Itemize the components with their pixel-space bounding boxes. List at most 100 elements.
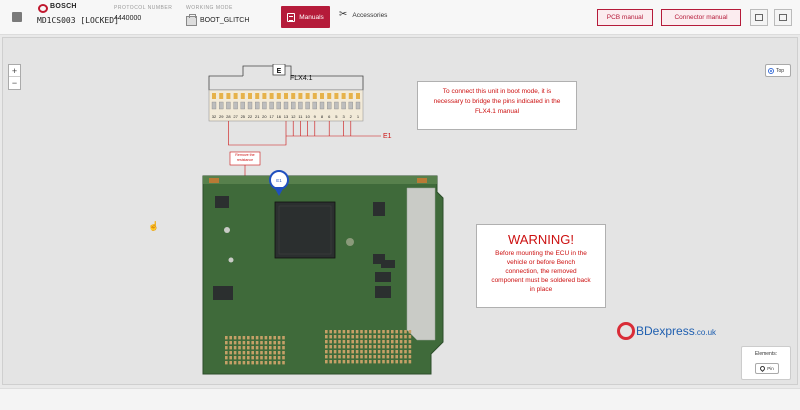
connector-pin-top bbox=[356, 93, 360, 99]
connector-pin bbox=[211, 101, 217, 110]
connector-pad bbox=[408, 345, 412, 349]
connector-pad bbox=[251, 346, 254, 350]
connector-pad bbox=[382, 335, 385, 339]
connector-pad bbox=[391, 345, 394, 349]
elements-title: Elements: bbox=[754, 351, 778, 357]
window-button[interactable] bbox=[750, 9, 768, 26]
brand-name: BOSCH bbox=[50, 3, 77, 10]
connector-pad bbox=[364, 350, 368, 354]
connector-pad bbox=[351, 355, 354, 359]
connector-pad bbox=[329, 345, 332, 349]
connector-pad bbox=[264, 336, 268, 340]
protocol-value: 4440000 bbox=[114, 15, 142, 22]
connector-pad bbox=[333, 335, 337, 339]
top-view-toggle[interactable]: Top bbox=[765, 64, 791, 77]
connector-pad bbox=[264, 351, 268, 355]
pcb-manual-button[interactable]: PCB manual bbox=[597, 9, 653, 26]
manuals-label: Manuals bbox=[299, 13, 324, 21]
connector-pad bbox=[233, 356, 237, 360]
connector-pin bbox=[233, 101, 238, 110]
connector-pad bbox=[255, 356, 259, 360]
connector-pad bbox=[391, 335, 394, 339]
connector-pad bbox=[360, 345, 363, 349]
connector-pad bbox=[360, 340, 363, 344]
connector-pad bbox=[342, 340, 346, 344]
connector-pad bbox=[282, 341, 285, 345]
connector-pad bbox=[382, 360, 385, 364]
connector-pad bbox=[369, 330, 372, 334]
connector-pad bbox=[404, 340, 407, 344]
connector-pad bbox=[391, 340, 394, 344]
connector-pad bbox=[342, 360, 346, 364]
accessories-button[interactable]: ✂ Accessories bbox=[339, 10, 387, 20]
connector-pad bbox=[347, 355, 350, 359]
connector-pad bbox=[355, 340, 359, 344]
connector-pin bbox=[298, 101, 303, 110]
connector-pad bbox=[229, 341, 232, 345]
connector-pin-top bbox=[276, 93, 281, 99]
connector-pin bbox=[255, 101, 260, 110]
connector-pad bbox=[260, 336, 263, 340]
connector-pad bbox=[269, 346, 272, 350]
connector-pad bbox=[369, 350, 372, 354]
manuals-button[interactable]: Manuals bbox=[281, 6, 330, 28]
connector-pad bbox=[360, 335, 363, 339]
connector-pad bbox=[399, 340, 403, 344]
connector-pad bbox=[329, 350, 332, 354]
connector-pad bbox=[225, 356, 228, 360]
connector-pad bbox=[347, 350, 350, 354]
connector-pad bbox=[338, 350, 341, 354]
connector-pin-top bbox=[327, 93, 332, 99]
connector-pad bbox=[329, 340, 332, 344]
warning-note: WARNING! Before mounting the ECU in the … bbox=[476, 224, 606, 308]
connector-pad bbox=[360, 330, 363, 334]
connector-pad bbox=[347, 340, 350, 344]
connector-pad bbox=[225, 346, 228, 350]
connector-pad bbox=[251, 341, 254, 345]
connector-pad bbox=[273, 361, 276, 365]
menu-button[interactable] bbox=[9, 9, 25, 25]
connector-pin-top bbox=[348, 93, 353, 99]
connector-pad bbox=[229, 351, 232, 355]
connector-pad bbox=[386, 345, 390, 349]
connector-pad bbox=[347, 345, 350, 349]
connector-pad bbox=[342, 345, 346, 349]
pin-number: 25 bbox=[241, 114, 246, 119]
connector-pin bbox=[327, 101, 332, 110]
pin-number: 27 bbox=[233, 114, 238, 119]
connector-pad bbox=[277, 361, 281, 365]
connector-pad bbox=[369, 340, 372, 344]
accessories-label: Accessories bbox=[352, 11, 388, 19]
zoom-in-button[interactable]: + bbox=[9, 65, 20, 77]
zoom-out-button[interactable]: − bbox=[9, 77, 20, 89]
connector-pad bbox=[355, 360, 359, 364]
connector-pad bbox=[255, 341, 259, 345]
connector-pad bbox=[329, 355, 332, 359]
connector-pad bbox=[260, 341, 263, 345]
connector-pin-top bbox=[312, 93, 317, 99]
connector-pad bbox=[347, 330, 350, 334]
pin-number: 10 bbox=[305, 114, 310, 119]
boot-mode-note: To connect this unit in boot mode, it is… bbox=[417, 81, 577, 130]
connector-pad bbox=[277, 356, 281, 360]
connector-pad bbox=[395, 360, 398, 364]
connector-pad bbox=[404, 345, 407, 349]
connector-pad bbox=[255, 361, 259, 365]
connector-pad bbox=[269, 356, 272, 360]
connector-pad bbox=[251, 336, 254, 340]
watermark-main: BDexpress bbox=[636, 324, 695, 338]
connector-pad bbox=[277, 346, 281, 350]
connector-pad bbox=[391, 360, 394, 364]
connector-pin bbox=[291, 101, 296, 110]
pin-number: 20 bbox=[262, 114, 267, 119]
pin-number: 21 bbox=[255, 114, 260, 119]
connector-manual-button[interactable]: Connector manual bbox=[661, 9, 741, 26]
mode-label: WORKING MODE bbox=[186, 5, 233, 11]
pin-filter-button[interactable]: Pin bbox=[755, 363, 779, 374]
connector-pin-top bbox=[284, 93, 288, 99]
protocol-label: PROTOCOL NUMBER bbox=[114, 5, 173, 11]
connector-pin bbox=[276, 101, 281, 110]
connector-pin-top bbox=[248, 93, 252, 99]
connector-pad bbox=[408, 335, 412, 339]
export-button[interactable] bbox=[774, 9, 792, 26]
